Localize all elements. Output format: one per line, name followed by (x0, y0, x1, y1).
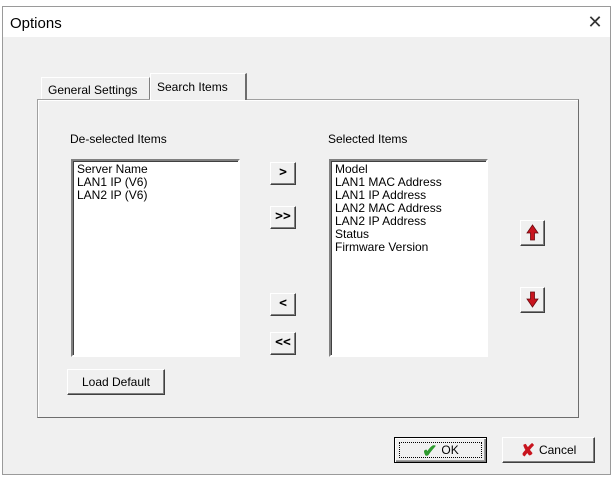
cancel-button[interactable]: ✘ Cancel (502, 437, 595, 463)
tab-search-items[interactable]: Search Items (150, 73, 247, 100)
x-icon: ✘ (520, 440, 535, 460)
remove-all-button[interactable]: << (270, 332, 296, 355)
selected-items-listbox[interactable]: Model LAN1 MAC Address LAN1 IP Address L… (329, 159, 488, 357)
tab-general-settings[interactable]: General Settings (41, 77, 150, 99)
remove-button[interactable]: < (270, 293, 296, 316)
list-item[interactable]: Firmware Version (335, 241, 482, 254)
close-icon[interactable]: ✕ (582, 9, 608, 35)
cancel-label: Cancel (538, 443, 577, 457)
deselected-items-listbox[interactable]: Server Name LAN1 IP (V6) LAN2 IP (V6) (71, 159, 240, 357)
ok-button[interactable]: ✔ OK (394, 437, 487, 463)
selected-items-label: Selected Items (328, 132, 408, 146)
move-down-button[interactable] (520, 287, 545, 313)
title-bar: Options ✕ (3, 7, 610, 37)
focus-rectangle (399, 442, 482, 458)
window-title: Options (10, 15, 62, 32)
add-button[interactable]: > (270, 162, 296, 185)
load-default-button[interactable]: Load Default (67, 369, 165, 395)
list-item[interactable]: LAN2 IP (V6) (77, 189, 234, 202)
move-up-button[interactable] (520, 220, 545, 246)
deselected-items-label: De-selected Items (70, 132, 167, 146)
add-all-button[interactable]: >> (270, 206, 296, 229)
options-dialog: Options ✕ General Settings Search Items … (2, 6, 611, 475)
arrow-down-icon (526, 291, 539, 308)
arrow-up-icon (526, 224, 539, 241)
